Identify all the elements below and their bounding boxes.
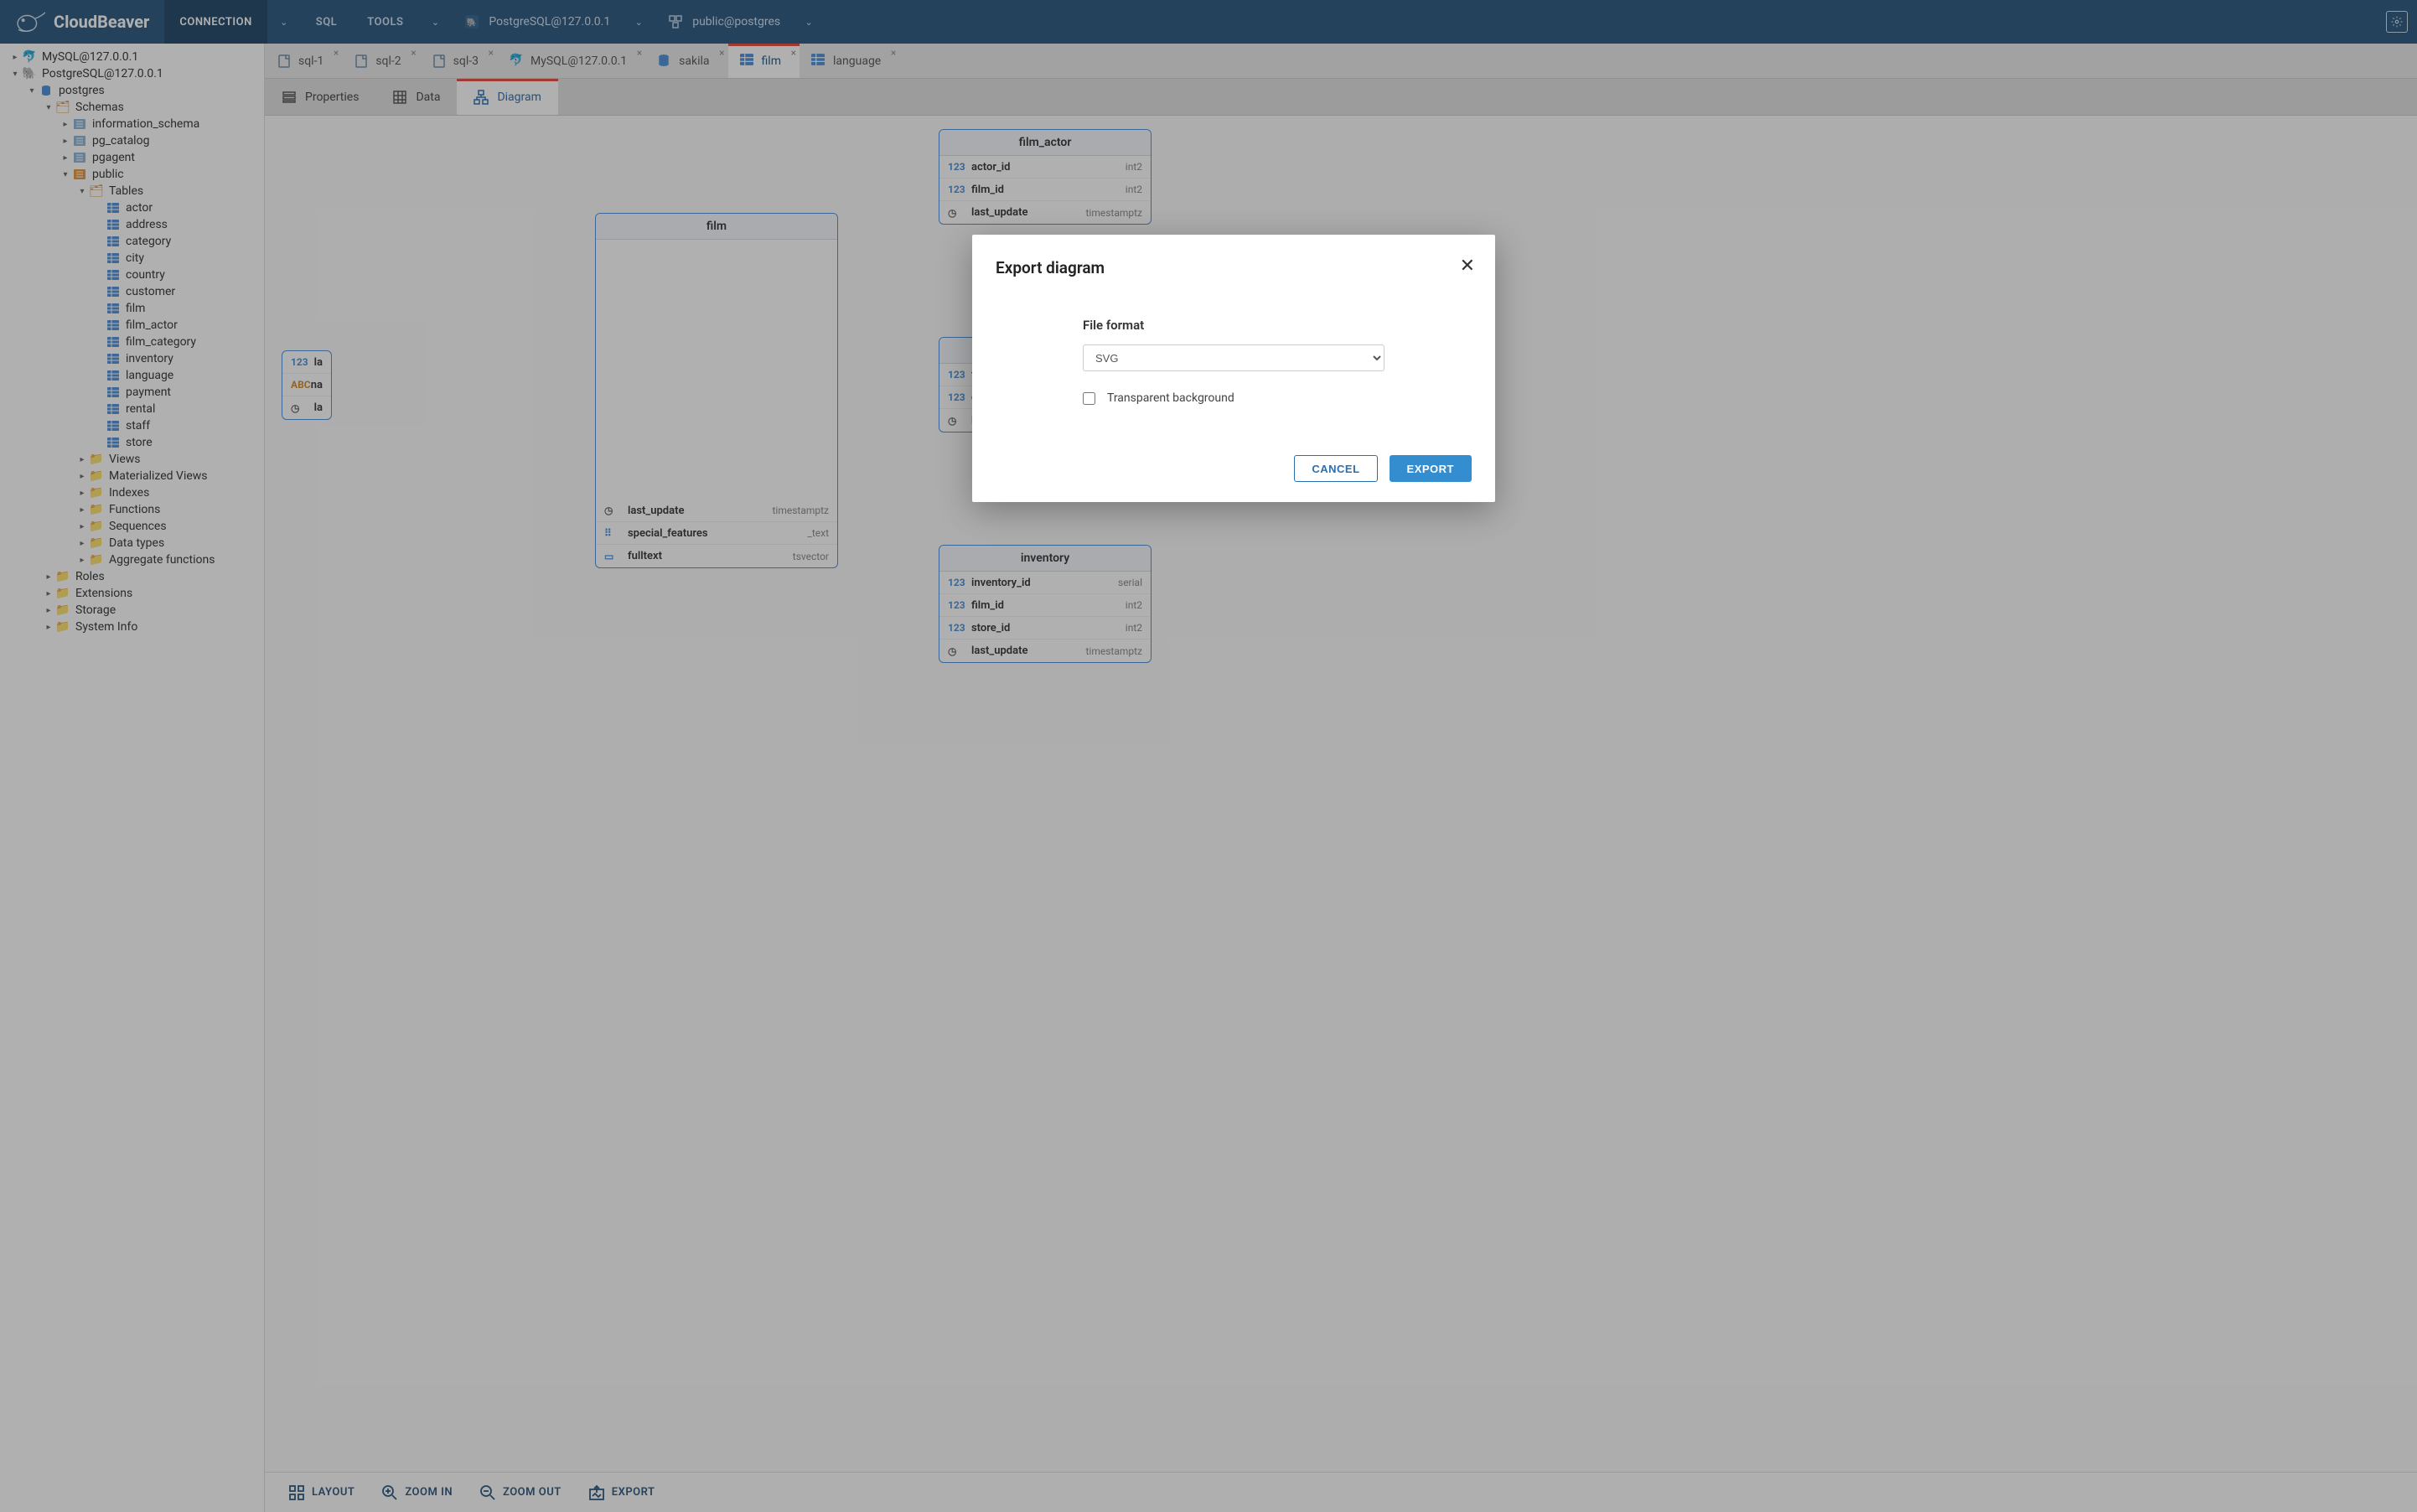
file-format-label: File format	[1083, 318, 1384, 333]
file-format-select[interactable]: SVG	[1083, 344, 1384, 371]
close-icon: ✕	[1460, 255, 1475, 276]
checkbox-input[interactable]	[1083, 392, 1095, 405]
cancel-button[interactable]: CANCEL	[1294, 455, 1377, 482]
checkbox-label: Transparent background	[1107, 391, 1234, 405]
dialog-title: Export diagram	[996, 258, 1472, 277]
export-confirm-button[interactable]: EXPORT	[1390, 455, 1472, 482]
export-diagram-dialog: Export diagram ✕ File format SVG Transpa…	[972, 235, 1495, 502]
modal-overlay[interactable]: Export diagram ✕ File format SVG Transpa…	[0, 0, 2417, 1512]
transparent-background-checkbox[interactable]: Transparent background	[1083, 391, 1384, 405]
dialog-close-button[interactable]: ✕	[1460, 255, 1475, 277]
